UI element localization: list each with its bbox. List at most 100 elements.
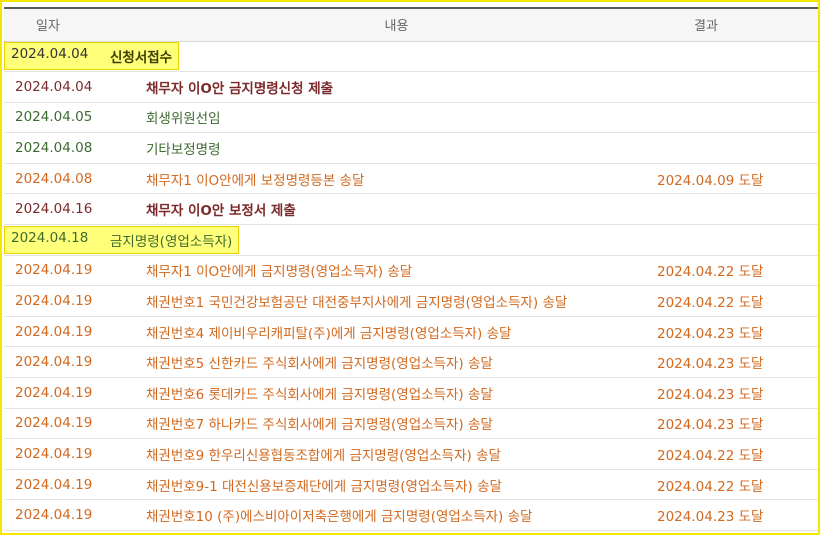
- row-result-cell: [649, 71, 819, 103]
- row-date: 2024.04.05: [15, 109, 93, 126]
- row-date-cell: 2024.04.19: [4, 438, 144, 470]
- row-result: 2024.04.22 도달: [657, 295, 764, 312]
- row-content-cell: 채무자 이O안 금지명령신청 제출: [144, 71, 649, 103]
- row-content-cell: 채무자1 이O안에게 금지명령(영업소득자) 송달: [144, 255, 649, 287]
- row-date-cell: 2024.04.05: [4, 102, 144, 134]
- row-result-cell: 2024.04.09 도달: [649, 163, 819, 195]
- row-content: 채무자1 이O안에게 금지명령(영업소득자) 송달: [146, 264, 413, 281]
- row-date-cell: 2024.04.19: [4, 285, 144, 317]
- table-row: 2024.04.19 채권번호6 롯데카드 주식회사에게 금지명령(영업소득자) …: [4, 377, 819, 409]
- table-row: 2024.04.19 채권번호1 국민건강보험공단 대전중부지사에게 금지명령(영…: [4, 285, 819, 317]
- row-content-cell: 채무자 이O안 보정서 제출: [144, 193, 649, 226]
- row-result-cell: [649, 41, 819, 73]
- table-row: 2024.04.04 신청서접수: [4, 41, 819, 73]
- row-date-cell: 2024.04.08: [4, 132, 144, 164]
- table-row: 2024.04.16 채무자 이O안 보정서 제출: [4, 193, 819, 226]
- table-row: 2024.04.19 채권번호10 (주)에스비아이저축은행에게 금지명령(영업소…: [4, 499, 819, 531]
- case-progress-table: 일자 내용 결과 2024.04.04 신청서접수 2024.04.04 채무자 이O…: [4, 7, 819, 531]
- row-result-cell: [649, 132, 819, 164]
- table-row: 2024.04.08 채무자1 이O안에게 보정명령등본 송달 2024.04.09…: [4, 163, 819, 195]
- row-content: 채권번호10 (주)에스비아이저축은행에게 금지명령(영업소득자) 송달: [146, 509, 533, 526]
- row-date: 2024.04.04: [11, 46, 89, 63]
- row-result-cell: 2024.04.22 도달: [649, 438, 819, 470]
- table-row: 2024.04.19 채권번호4 제이비우리캐피탈(주)에게 금지명령(영업소득자…: [4, 316, 819, 348]
- row-content-cell: 채권번호4 제이비우리캐피탈(주)에게 금지명령(영업소득자) 송달: [144, 316, 649, 348]
- row-date: 2024.04.19: [15, 415, 93, 432]
- row-date-cell: 2024.04.18 금지명령(영업소득자): [4, 224, 649, 256]
- row-date-cell: 2024.04.19: [4, 469, 144, 501]
- row-content-cell: 채권번호6 롯데카드 주식회사에게 금지명령(영업소득자) 송달: [144, 377, 649, 409]
- row-date: 2024.04.19: [15, 507, 93, 524]
- row-date: 2024.04.16: [15, 201, 93, 218]
- row-result: 2024.04.23 도달: [657, 417, 764, 434]
- row-result-cell: 2024.04.23 도달: [649, 316, 819, 348]
- row-result-cell: 2024.04.23 도달: [649, 499, 819, 531]
- row-content: 채권번호9-1 대전신용보증재단에게 금지명령(영업소득자) 송달: [146, 478, 502, 495]
- row-date: 2024.04.19: [15, 293, 93, 310]
- case-progress-table-wrapper: 일자 내용 결과 2024.04.04 신청서접수 2024.04.04 채무자 이O…: [4, 7, 819, 531]
- row-result: 2024.04.23 도달: [657, 386, 764, 403]
- row-result: 2024.04.22 도달: [657, 478, 764, 495]
- row-result: 2024.04.23 도달: [657, 509, 764, 526]
- row-result: 2024.04.22 도달: [657, 448, 764, 465]
- row-date: 2024.04.19: [15, 323, 93, 340]
- row-date: 2024.04.19: [15, 446, 93, 463]
- row-date-cell: 2024.04.19: [4, 499, 144, 531]
- row-date-cell: 2024.04.19: [4, 377, 144, 409]
- row-date-cell: 2024.04.04: [4, 71, 144, 103]
- row-content: 채무자 이O안 금지명령신청 제출: [146, 80, 334, 97]
- row-date: 2024.04.19: [15, 476, 93, 493]
- row-content: 채무자1 이O안에게 보정명령등본 송달: [146, 172, 365, 189]
- row-content-cell: 채권번호5 신한카드 주식회사에게 금지명령(영업소득자) 송달: [144, 346, 649, 379]
- table-row: 2024.04.18 금지명령(영업소득자): [4, 224, 819, 256]
- row-date-cell: 2024.04.19: [4, 408, 144, 440]
- row-highlight-marker: 2024.04.04 신청서접수: [4, 42, 180, 71]
- row-highlight-marker: 2024.04.18 금지명령(영업소득자): [4, 225, 240, 254]
- row-content: 채권번호9 한우리신용협동조합에게 금지명령(영업소득자) 송달: [146, 448, 501, 465]
- row-result-cell: 2024.04.23 도달: [649, 377, 819, 409]
- row-content-cell: 회생위원선임: [144, 102, 649, 134]
- row-date-cell: 2024.04.16: [4, 193, 144, 226]
- row-date: 2024.04.04: [15, 78, 93, 95]
- row-content: 기타보정명령: [146, 142, 221, 159]
- row-date: 2024.04.18: [11, 229, 89, 246]
- row-result-cell: [649, 224, 819, 256]
- row-date-cell: 2024.04.08: [4, 163, 144, 195]
- row-content-cell: 채권번호9 한우리신용협동조합에게 금지명령(영업소득자) 송달: [144, 438, 649, 470]
- row-result: 2024.04.23 도달: [657, 325, 764, 342]
- row-content: 금지명령(영업소득자): [110, 233, 233, 250]
- row-date-cell: 2024.04.04 신청서접수: [4, 41, 649, 73]
- row-content-cell: 채권번호1 국민건강보험공단 대전중부지사에게 금지명령(영업소득자) 송달: [144, 285, 649, 317]
- row-result-cell: 2024.04.22 도달: [649, 255, 819, 287]
- table-body: 2024.04.04 신청서접수 2024.04.04 채무자 이O안 금지명령신청 …: [4, 41, 819, 531]
- header-result: 결과: [649, 7, 819, 42]
- row-result-cell: 2024.04.23 도달: [649, 346, 819, 379]
- row-date: 2024.04.08: [15, 140, 93, 157]
- row-content: 채무자 이O안 보정서 제출: [146, 203, 296, 220]
- table-row: 2024.04.04 채무자 이O안 금지명령신청 제출: [4, 71, 819, 103]
- row-result-cell: [649, 102, 819, 134]
- row-content-cell: 채권번호9-1 대전신용보증재단에게 금지명령(영업소득자) 송달: [144, 469, 649, 501]
- row-content: 신청서접수: [110, 50, 173, 67]
- table-row: 2024.04.19 채권번호7 하나카드 주식회사에게 금지명령(영업소득자) …: [4, 408, 819, 440]
- row-content: 채권번호7 하나카드 주식회사에게 금지명령(영업소득자) 송달: [146, 417, 493, 434]
- header-date: 일자: [4, 7, 144, 42]
- row-result-cell: 2024.04.23 도달: [649, 408, 819, 440]
- row-result: 2024.04.23 도달: [657, 356, 764, 373]
- row-content-cell: 채권번호10 (주)에스비아이저축은행에게 금지명령(영업소득자) 송달: [144, 499, 649, 531]
- table-row: 2024.04.05 회생위원선임: [4, 102, 819, 134]
- row-result-cell: [649, 193, 819, 226]
- table-header-row: 일자 내용 결과: [4, 7, 819, 42]
- table-row: 2024.04.08 기타보정명령: [4, 132, 819, 164]
- row-content: 회생위원선임: [146, 111, 221, 128]
- row-date: 2024.04.19: [15, 262, 93, 279]
- row-date-cell: 2024.04.19: [4, 346, 144, 379]
- row-content: 채권번호5 신한카드 주식회사에게 금지명령(영업소득자) 송달: [146, 356, 493, 373]
- row-date-cell: 2024.04.19: [4, 255, 144, 287]
- table-row: 2024.04.19 채권번호5 신한카드 주식회사에게 금지명령(영업소득자) …: [4, 346, 819, 379]
- table-row: 2024.04.19 채권번호9 한우리신용협동조합에게 금지명령(영업소득자) …: [4, 438, 819, 470]
- table-row: 2024.04.19 채권번호9-1 대전신용보증재단에게 금지명령(영업소득자)…: [4, 469, 819, 501]
- row-content-cell: 채무자1 이O안에게 보정명령등본 송달: [144, 163, 649, 195]
- row-content: 채권번호4 제이비우리캐피탈(주)에게 금지명령(영업소득자) 송달: [146, 325, 512, 342]
- row-date: 2024.04.19: [15, 354, 93, 371]
